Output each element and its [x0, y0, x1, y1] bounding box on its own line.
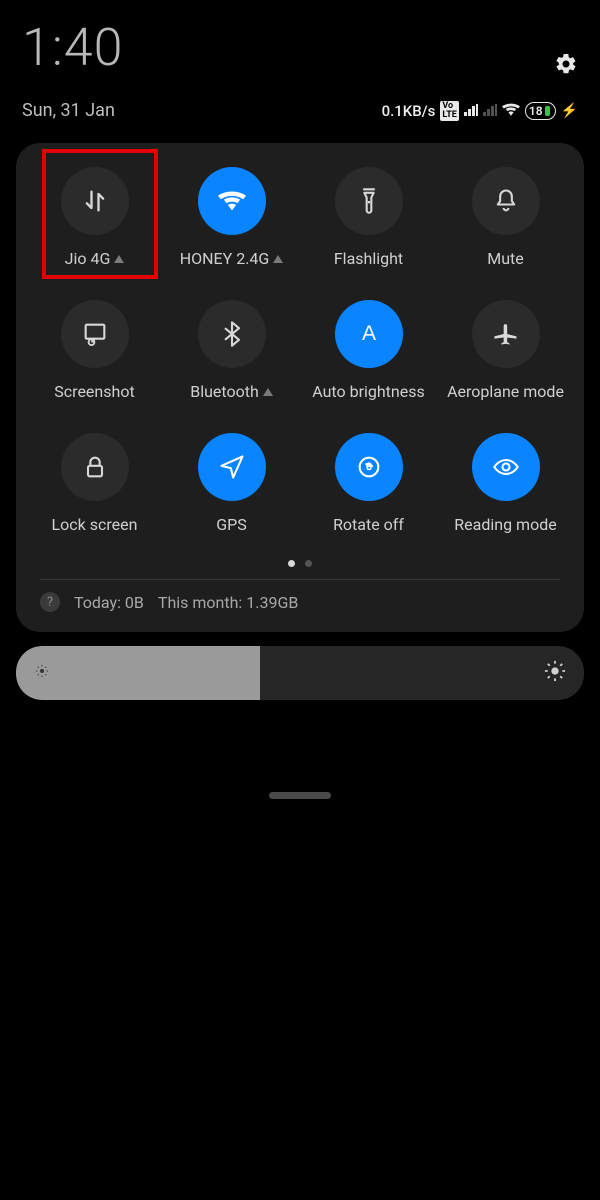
- expand-chevron-icon[interactable]: [114, 255, 124, 263]
- auto-brightness-icon: [355, 320, 383, 348]
- tile-screenshot: Screenshot: [26, 300, 163, 401]
- lock-icon: [81, 453, 109, 481]
- tile-label: Flashlight: [334, 249, 403, 268]
- help-icon[interactable]: ?: [40, 592, 60, 612]
- tile-label: Lock screen: [52, 515, 138, 534]
- tile-label: Jio 4G: [65, 249, 125, 268]
- tile-label: Screenshot: [54, 382, 134, 401]
- battery-icon: 18: [525, 102, 556, 120]
- tile-reading-mode: Reading mode: [437, 433, 574, 534]
- tile-label: Auto brightness: [312, 382, 425, 401]
- tile-button[interactable]: [335, 300, 403, 368]
- tile-gps: GPS: [163, 433, 300, 534]
- clock-time: 1:40: [22, 22, 123, 74]
- signal-sim1-icon: [464, 102, 478, 120]
- tile-rotate-off: Rotate off: [300, 433, 437, 534]
- tiles-grid: Jio 4G HONEY 2.4G Flashlight Mute Screenshot…: [26, 167, 574, 534]
- tile-button[interactable]: [472, 433, 540, 501]
- flashlight-icon: [355, 187, 383, 215]
- tile-button[interactable]: [335, 433, 403, 501]
- tile-jio-4g: Jio 4G: [26, 167, 163, 268]
- volte-icon: VoLTE: [440, 101, 459, 121]
- settings-gear-icon[interactable]: [554, 52, 578, 80]
- gesture-nav-handle[interactable]: [269, 792, 331, 799]
- brightness-slider[interactable]: [16, 646, 584, 700]
- quick-settings-panel: Jio 4G HONEY 2.4G Flashlight Mute Screenshot…: [16, 143, 584, 632]
- tile-label: Reading mode: [454, 515, 556, 534]
- tile-bluetooth: Bluetooth: [163, 300, 300, 401]
- tile-mute: Mute: [437, 167, 574, 268]
- eye-icon: [492, 453, 520, 481]
- brightness-high-icon: [544, 660, 566, 686]
- status-area: 1:40 Sun, 31 Jan 0.1KB/s VoLTE 18 ⚡: [0, 0, 600, 131]
- airplane-icon: [492, 320, 520, 348]
- tile-label: HONEY 2.4G: [180, 249, 284, 268]
- tile-flashlight: Flashlight: [300, 167, 437, 268]
- expand-chevron-icon[interactable]: [263, 388, 273, 396]
- tile-label: Mute: [487, 249, 524, 268]
- tile-label: Bluetooth: [190, 382, 273, 401]
- screenshot-icon: [81, 320, 109, 348]
- page-dot-1[interactable]: [288, 560, 295, 567]
- tile-label: GPS: [216, 515, 247, 534]
- tile-label: Aeroplane mode: [447, 382, 564, 401]
- tile-button[interactable]: [335, 167, 403, 235]
- charging-icon: ⚡: [561, 103, 578, 119]
- tile-button[interactable]: [61, 167, 129, 235]
- brightness-fill: [16, 646, 260, 700]
- tile-label: Rotate off: [333, 515, 404, 534]
- page-dot-2[interactable]: [305, 560, 312, 567]
- status-icons: 0.1KB/s VoLTE 18 ⚡: [382, 101, 578, 121]
- page-indicator[interactable]: [26, 560, 574, 567]
- rotate-icon: [355, 453, 383, 481]
- tile-button[interactable]: [198, 433, 266, 501]
- bluetooth-icon: [218, 320, 246, 348]
- tile-honey-2-4g: HONEY 2.4G: [163, 167, 300, 268]
- usage-month: This month: 1.39GB: [158, 593, 298, 612]
- tile-button[interactable]: [198, 300, 266, 368]
- status-date: Sun, 31 Jan: [22, 100, 115, 121]
- tile-lock-screen: Lock screen: [26, 433, 163, 534]
- expand-chevron-icon[interactable]: [273, 255, 283, 263]
- tile-button[interactable]: [198, 167, 266, 235]
- tile-button[interactable]: [472, 167, 540, 235]
- gps-icon: [218, 453, 246, 481]
- tile-aeroplane-mode: Aeroplane mode: [437, 300, 574, 401]
- tile-button[interactable]: [61, 300, 129, 368]
- tile-button[interactable]: [61, 433, 129, 501]
- mobile-data-icon: [81, 187, 109, 215]
- tile-auto-brightness: Auto brightness: [300, 300, 437, 401]
- network-speed: 0.1KB/s: [382, 102, 436, 120]
- brightness-low-icon: [34, 663, 50, 683]
- signal-sim2-icon: [483, 102, 497, 120]
- bell-icon: [492, 187, 520, 215]
- wifi-status-icon: [502, 102, 520, 120]
- wifi-icon: [218, 187, 246, 215]
- usage-today: Today: 0B: [74, 593, 144, 612]
- tile-button[interactable]: [472, 300, 540, 368]
- data-usage-row[interactable]: ? Today: 0B This month: 1.39GB: [26, 580, 574, 618]
